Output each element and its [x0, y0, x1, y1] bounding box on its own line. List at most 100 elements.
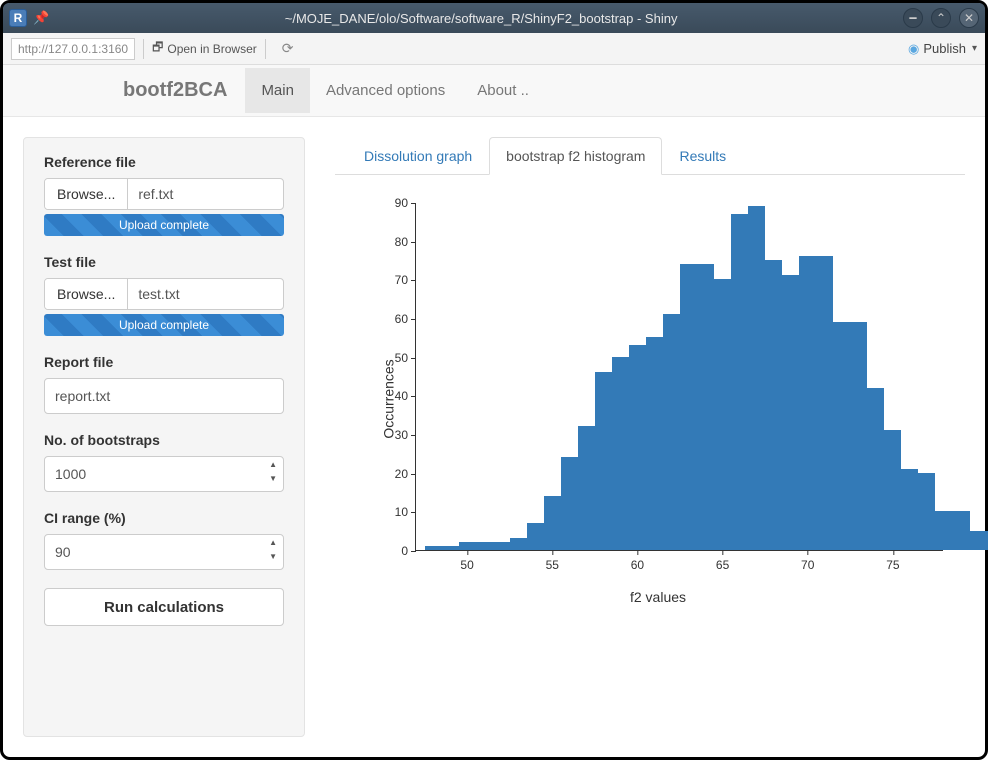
- test-file-label: Test file: [44, 254, 284, 270]
- publish-label: Publish: [923, 41, 966, 56]
- histogram-bar: [850, 322, 867, 550]
- stepper-down-icon[interactable]: ▼: [269, 475, 277, 483]
- histogram-bar: [952, 511, 969, 550]
- chart-area: Occurrences 0102030405060708090505560657…: [335, 175, 965, 611]
- y-tick: 50: [382, 351, 408, 365]
- y-tick: 90: [382, 196, 408, 210]
- histogram-bar: [714, 279, 731, 550]
- y-tick: 30: [382, 428, 408, 442]
- y-tick: 20: [382, 467, 408, 481]
- x-axis-label: f2 values: [630, 589, 686, 605]
- histogram-bar: [901, 469, 918, 550]
- app-brand: bootf2BCA: [123, 79, 227, 102]
- x-tick: 75: [886, 558, 899, 572]
- nav-tab-advanced[interactable]: Advanced options: [310, 68, 461, 113]
- window-titlebar: R 📌 ~/MOJE_DANE/olo/Software/software_R/…: [3, 3, 985, 33]
- maximize-button[interactable]: ⌃: [931, 8, 951, 28]
- y-tick: 60: [382, 312, 408, 326]
- histogram-bar: [680, 264, 697, 550]
- histogram-bar: [935, 511, 952, 550]
- main-tabs: Dissolution graph bootstrap f2 histogram…: [335, 137, 965, 175]
- app-navbar: bootf2BCA Main Advanced options About ..: [3, 65, 985, 117]
- reference-browse-button[interactable]: Browse...: [45, 179, 128, 209]
- plot-region: 0102030405060708090505560657075: [415, 203, 943, 551]
- nav-tab-main[interactable]: Main: [245, 68, 310, 113]
- histogram-chart: Occurrences 0102030405060708090505560657…: [363, 199, 953, 599]
- publish-icon: ◉: [908, 41, 919, 57]
- publish-button[interactable]: ◉ Publish ▾: [908, 41, 977, 57]
- bootstraps-value: 1000: [55, 466, 86, 482]
- sidebar-panel: Reference file Browse... ref.txt Upload …: [23, 137, 305, 737]
- reference-filename: ref.txt: [128, 179, 283, 209]
- test-file-input[interactable]: Browse... test.txt: [44, 278, 284, 310]
- x-tick: 60: [631, 558, 644, 572]
- refresh-icon[interactable]: ⟳: [282, 40, 294, 57]
- histogram-bar: [646, 337, 663, 550]
- window-title: ~/MOJE_DANE/olo/Software/software_R/Shin…: [59, 11, 903, 26]
- histogram-bar: [697, 264, 714, 550]
- tab-dissolution-graph[interactable]: Dissolution graph: [347, 137, 489, 175]
- x-tick: 70: [801, 558, 814, 572]
- nav-tab-about[interactable]: About ..: [461, 68, 545, 113]
- histogram-bar: [833, 322, 850, 550]
- histogram-bar: [425, 546, 442, 550]
- divider: [143, 39, 144, 59]
- y-tick: 40: [382, 389, 408, 403]
- stepper-down-icon[interactable]: ▼: [269, 553, 277, 561]
- histogram-bars: [425, 203, 988, 550]
- ci-range-input[interactable]: 90 ▲ ▼: [44, 534, 284, 570]
- tab-results[interactable]: Results: [662, 137, 743, 175]
- histogram-bar: [510, 538, 527, 550]
- ci-range-value: 90: [55, 544, 71, 560]
- reference-file-input[interactable]: Browse... ref.txt: [44, 178, 284, 210]
- histogram-bar: [578, 426, 595, 550]
- histogram-bar: [748, 206, 765, 550]
- test-filename: test.txt: [128, 279, 283, 309]
- y-tick: 70: [382, 273, 408, 287]
- pin-icon[interactable]: 📌: [33, 10, 49, 26]
- histogram-bar: [918, 473, 935, 550]
- open-browser-label: Open in Browser: [167, 42, 256, 56]
- stepper-up-icon[interactable]: ▲: [269, 539, 277, 547]
- report-file-label: Report file: [44, 354, 284, 370]
- histogram-bar: [629, 345, 646, 550]
- minimize-button[interactable]: 🗕: [903, 8, 923, 28]
- divider: [265, 39, 266, 59]
- histogram-bar: [476, 542, 493, 550]
- histogram-bar: [731, 214, 748, 550]
- histogram-bar: [459, 542, 476, 550]
- histogram-bar: [442, 546, 459, 550]
- bootstraps-label: No. of bootstraps: [44, 432, 284, 448]
- histogram-bar: [527, 523, 544, 550]
- histogram-bar: [493, 542, 510, 550]
- report-file-input[interactable]: [44, 378, 284, 414]
- histogram-bar: [595, 372, 612, 550]
- run-calculations-button[interactable]: Run calculations: [44, 588, 284, 626]
- histogram-bar: [782, 275, 799, 550]
- bootstraps-input[interactable]: 1000 ▲ ▼: [44, 456, 284, 492]
- histogram-bar: [799, 256, 816, 550]
- reference-upload-status: Upload complete: [44, 214, 284, 236]
- histogram-bar: [816, 256, 833, 550]
- histogram-bar: [884, 430, 901, 550]
- browser-toolbar: http://127.0.0.1:3160 🗗 Open in Browser …: [3, 33, 985, 65]
- ci-range-label: CI range (%): [44, 510, 284, 526]
- histogram-bar: [544, 496, 561, 550]
- y-tick: 10: [382, 505, 408, 519]
- test-upload-status: Upload complete: [44, 314, 284, 336]
- chevron-down-icon: ▾: [972, 43, 977, 54]
- x-tick: 65: [716, 558, 729, 572]
- stepper-up-icon[interactable]: ▲: [269, 461, 277, 469]
- tab-bootstrap-histogram[interactable]: bootstrap f2 histogram: [489, 137, 662, 175]
- histogram-bar: [612, 357, 629, 550]
- url-field[interactable]: http://127.0.0.1:3160: [11, 38, 135, 60]
- reference-file-label: Reference file: [44, 154, 284, 170]
- rstudio-icon: R: [9, 9, 27, 27]
- browser-icon: 🗗: [152, 38, 163, 59]
- close-button[interactable]: ✕: [959, 8, 979, 28]
- y-tick: 80: [382, 235, 408, 249]
- test-browse-button[interactable]: Browse...: [45, 279, 128, 309]
- open-in-browser-button[interactable]: 🗗 Open in Browser: [152, 38, 257, 59]
- main-panel: Dissolution graph bootstrap f2 histogram…: [335, 137, 965, 737]
- histogram-bar: [663, 314, 680, 550]
